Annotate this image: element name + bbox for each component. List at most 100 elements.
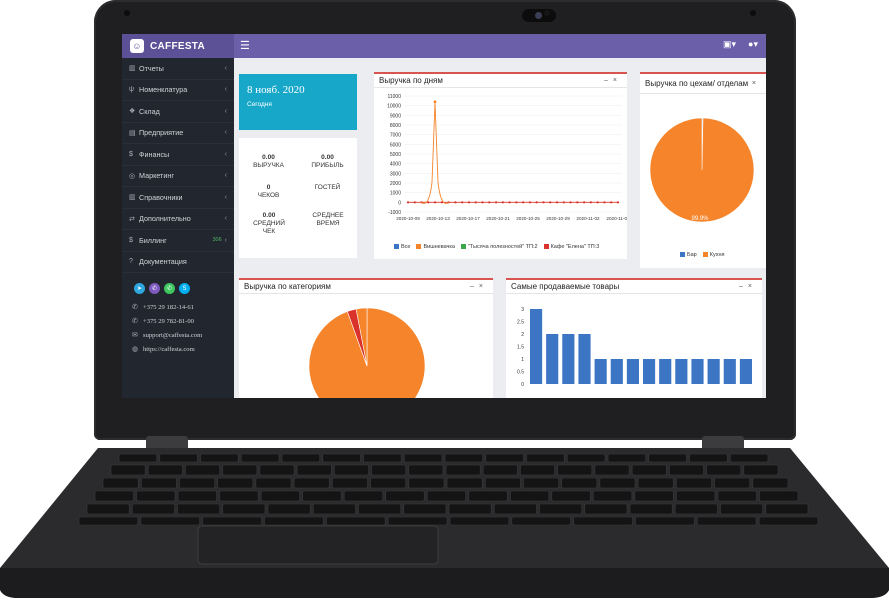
sidebar-item-1[interactable]: ψ Номенклатура ‹ — [122, 80, 234, 101]
brand[interactable]: ☺ CAFFESTA — [122, 34, 234, 58]
keyboard-key — [674, 503, 718, 515]
peak-point — [433, 100, 437, 104]
sidebar-item-3[interactable]: ▤ Предприятие ‹ — [122, 123, 234, 144]
line-chart: 1100010000900080007000600050004000300020… — [387, 94, 627, 221]
keyboard-key — [446, 477, 483, 489]
series-point — [481, 201, 484, 204]
peak-series-line — [420, 101, 450, 204]
keyboard-key — [551, 490, 591, 502]
keyboard-key — [260, 490, 300, 502]
dollar-icon: $ — [129, 236, 133, 244]
sidebar-item-7[interactable]: ⇄ Дополнительно ‹ — [122, 209, 234, 230]
webcam — [522, 9, 556, 22]
keyboard-key — [493, 503, 537, 515]
contact-item[interactable]: ✆ +375 29 182-14-61 — [122, 300, 234, 314]
panel-controls[interactable]: –× — [739, 283, 757, 290]
chevron-left-icon: ‹ — [224, 86, 227, 94]
legend-item[interactable]: Кафе "Елена" ТП:3 — [543, 244, 599, 250]
series-point — [501, 201, 504, 204]
building-icon: ▤ — [129, 129, 136, 137]
keyboard-key — [358, 503, 402, 515]
legend-item[interactable]: Вишневачка — [416, 244, 455, 250]
keyboard-key — [729, 453, 769, 463]
whatsapp-icon[interactable]: ✆ — [164, 283, 175, 294]
keyboard-key — [179, 477, 215, 489]
keyboard-key — [94, 490, 134, 502]
bar — [723, 359, 736, 384]
sidebar-item-5[interactable]: ◎ Маркетинг ‹ — [122, 166, 234, 187]
series-point — [494, 201, 498, 204]
series-point — [589, 201, 593, 204]
keyboard-key — [370, 477, 407, 489]
series-point — [508, 201, 511, 204]
viber-icon[interactable]: ✆ — [149, 283, 160, 294]
sidebar: ▥ Отчеты ‹ ψ Номенклатура ‹ ❖ Склад ‹ ▤ Предприяти… — [122, 58, 234, 398]
chevron-left-icon: ‹ — [224, 107, 227, 115]
legend-item[interactable]: "Тысяча полезностей" ТП:2 — [460, 244, 538, 250]
keyboard-key — [255, 477, 292, 489]
y-tick-label: 2.5 — [517, 320, 524, 326]
keyboard-key — [648, 453, 687, 463]
panel-title: Выручка по цехам/ отделам — [645, 79, 749, 88]
keyboard-key — [526, 453, 565, 463]
keyboard-key — [387, 516, 448, 526]
keyboard-key — [296, 464, 332, 476]
keyboard-key — [697, 516, 757, 526]
y-tick-label: 7000 — [390, 133, 401, 139]
sidebar-item-0[interactable]: ▥ Отчеты ‹ — [122, 58, 234, 80]
keyboard-key — [185, 464, 220, 476]
contact-item[interactable]: ✉ support@caffesta.com — [122, 328, 234, 342]
chevron-left-icon: ‹ — [224, 129, 227, 137]
stat-checks: 0 ЧЕКОВ — [257, 184, 280, 199]
series-point — [562, 201, 565, 204]
chevron-left-icon: ‹ — [224, 215, 227, 223]
keyboard-key — [140, 477, 177, 489]
sidebar-item-4[interactable]: $ Финансы ‹ — [122, 144, 234, 166]
box-icon[interactable]: ▣▾ — [723, 39, 736, 50]
series-point — [427, 201, 430, 204]
sidebar-item-label: Документация — [139, 257, 187, 267]
stat-avg-time: СРЕДНЕЕ ВРЕМЯ — [312, 212, 344, 227]
series-point — [542, 201, 545, 204]
stats-card: 0.00 ВЫРУЧКА 0.00 ПРИБЫЛЬ 0 ЧЕКОВ ГОСТЕЙ 0.… — [239, 138, 357, 258]
x-tick-label: 2020-11-06 — [606, 216, 627, 221]
keyboard-key — [177, 490, 217, 502]
keyboard-key — [717, 490, 757, 502]
panel-controls[interactable]: –× — [604, 77, 622, 84]
legend-item[interactable]: Все — [394, 244, 410, 250]
cutlery-icon: ψ — [129, 86, 134, 94]
keyboard-key — [159, 453, 198, 463]
keyboard-key — [594, 464, 630, 476]
sidebar-item-6[interactable]: ▥ Справочники ‹ — [122, 187, 234, 209]
keyboard-key — [689, 453, 728, 463]
shop-pie-chart: 99.9% — [649, 117, 755, 223]
user-icon[interactable]: ●▾ — [748, 39, 758, 50]
skype-icon[interactable]: S — [179, 283, 190, 294]
pie-legend: Бар Кухня — [680, 252, 724, 258]
contact-item[interactable]: ✆ +375 29 782-81-00 — [122, 314, 234, 328]
keyboard-key — [520, 464, 555, 476]
keyboard-key — [147, 464, 183, 476]
x-tick-label: 2020-11-02 — [576, 216, 600, 221]
contact-item[interactable]: ◍ https://caffesta.com — [122, 342, 234, 356]
y-tick-label: 3000 — [390, 171, 401, 177]
sidebar-item-2[interactable]: ❖ Склад ‹ — [122, 101, 234, 123]
chevron-left-icon: ‹ — [224, 172, 227, 180]
keyboard-key — [765, 503, 809, 515]
keyboard-key — [511, 516, 571, 526]
stat-profit: 0.00 ПРИБЫЛЬ — [311, 154, 344, 169]
telegram-icon[interactable]: ➤ — [134, 283, 145, 294]
keyboard-key — [752, 477, 789, 489]
sidebar-item-9[interactable]: ? Документация — [122, 252, 234, 273]
contact-text: https://caffesta.com — [143, 345, 195, 353]
keyboard-key — [676, 490, 716, 502]
hamburger-icon[interactable]: ☰ — [240, 39, 250, 52]
sidebar-item-8[interactable]: $ Биллинг 306 ‹ — [122, 230, 234, 252]
bar — [546, 334, 559, 384]
series-point — [461, 201, 464, 204]
panel-controls[interactable]: –× — [470, 283, 488, 290]
keyboard-key — [222, 503, 266, 515]
panel-controls[interactable]: × — [752, 80, 761, 87]
legend-item[interactable]: Кухня — [702, 252, 724, 258]
legend-item[interactable]: Бар — [680, 252, 697, 258]
